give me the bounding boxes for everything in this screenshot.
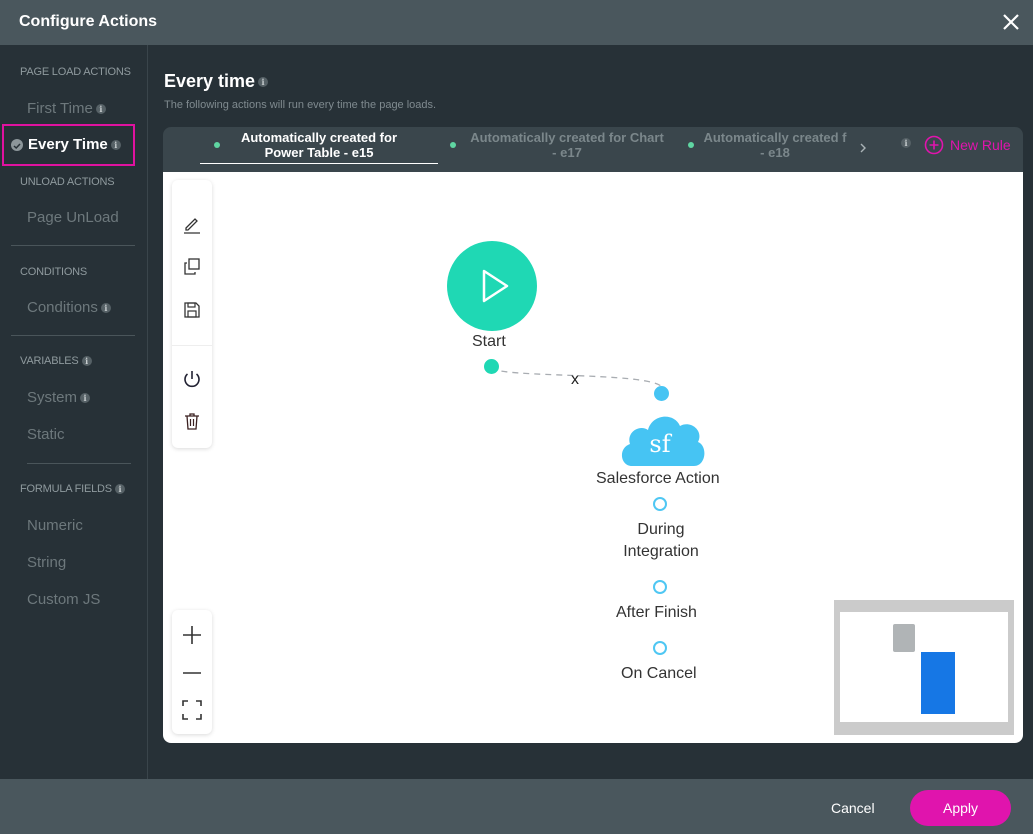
new-rule-label: New Rule	[950, 137, 1011, 153]
close-icon[interactable]	[1001, 12, 1021, 32]
check-circle-icon	[11, 139, 23, 151]
section-page-load-actions: PAGE LOAD ACTIONS	[20, 66, 131, 78]
info-icon[interactable]: i	[81, 356, 92, 367]
section-formula-fields: FORMULA FIELDS i	[20, 483, 125, 495]
output-port-after-finish[interactable]	[653, 580, 667, 594]
sidebar-item-numeric[interactable]: Numeric	[27, 517, 83, 534]
output-label-line2: Integration	[623, 543, 699, 560]
minimap[interactable]	[834, 600, 1014, 735]
tab-label-line1: Automatically created for Chart	[470, 130, 664, 145]
zoom-controls	[172, 610, 212, 734]
section-unload-actions: UNLOAD ACTIONS	[20, 176, 115, 188]
sidebar-item-page-unload[interactable]: Page UnLoad	[27, 209, 119, 226]
info-icon[interactable]: i	[114, 484, 125, 495]
action-input-port[interactable]	[654, 386, 669, 401]
info-icon[interactable]: i	[901, 138, 911, 148]
info-icon[interactable]: i	[80, 393, 91, 404]
section-conditions: CONDITIONS	[20, 266, 88, 278]
tab-label-line2: - e17	[552, 145, 582, 160]
tab-e18[interactable]: Automatically created f - e18	[687, 130, 849, 160]
sidebar-item-static[interactable]: Static	[27, 426, 65, 443]
sidebar-item-label: First Time	[27, 100, 93, 117]
sidebar-item-label: System	[27, 389, 78, 406]
rule-tabs: Automatically created for Power Table - …	[163, 127, 1023, 172]
info-icon[interactable]: i	[258, 77, 269, 88]
sidebar-item-label: Every Time	[28, 136, 108, 153]
zoom-out-icon[interactable]	[180, 661, 204, 685]
divider	[27, 463, 131, 464]
output-label-on-cancel: On Cancel	[621, 665, 697, 682]
remove-connection-button[interactable]: x	[571, 371, 579, 389]
main-panel: Every time i The following actions will r…	[148, 45, 1033, 779]
output-label-after-finish: After Finish	[616, 604, 697, 621]
start-node-label: Start	[472, 333, 506, 350]
section-variables: VARIABLES i	[20, 355, 92, 367]
status-dot	[214, 142, 220, 148]
output-label-during-integration: During Integration	[618, 519, 704, 563]
fit-screen-icon[interactable]	[180, 698, 204, 722]
dialog-footer: Cancel Apply	[0, 779, 1033, 834]
info-icon[interactable]: i	[100, 303, 111, 314]
tab-power-table-e15[interactable]: Automatically created for Power Table - …	[200, 130, 438, 164]
plus-circle-icon	[924, 135, 944, 155]
salesforce-cloud-icon[interactable]: sf	[618, 408, 706, 468]
tab-label-line1: Automatically created f	[703, 130, 847, 145]
minimap-viewport	[840, 612, 1008, 722]
page-subtitle: The following actions will run every tim…	[164, 99, 437, 111]
play-icon	[482, 269, 509, 303]
info-icon[interactable]: i	[110, 140, 121, 151]
tab-label-line1: Automatically created for	[240, 130, 398, 145]
tab-label-line2: Power Table - e15	[264, 145, 374, 160]
start-node[interactable]	[447, 241, 537, 331]
sidebar-item-system[interactable]: System i	[27, 389, 91, 406]
tab-chart-e17[interactable]: Automatically created for Chart - e17	[449, 130, 671, 160]
divider	[11, 335, 135, 336]
action-node-label: Salesforce Action	[596, 470, 720, 487]
status-dot	[450, 142, 456, 148]
sidebar-item-first-time[interactable]: First Time i	[27, 100, 106, 117]
sidebar: PAGE LOAD ACTIONS First Time i Every Time…	[0, 45, 148, 779]
apply-button[interactable]: Apply	[910, 790, 1011, 826]
new-rule-button[interactable]: New Rule	[924, 135, 1011, 155]
output-port-on-cancel[interactable]	[653, 641, 667, 655]
salesforce-icon-text: sf	[649, 430, 672, 458]
minimap-node-action	[921, 652, 955, 714]
cancel-button[interactable]: Cancel	[831, 800, 875, 816]
info-icon[interactable]: i	[95, 104, 106, 115]
output-label-line1: During	[637, 521, 685, 538]
sidebar-item-custom-js[interactable]: Custom JS	[27, 591, 100, 608]
tab-label-line2: - e18	[760, 145, 790, 160]
sidebar-item-label: Conditions	[27, 299, 98, 316]
sidebar-item-every-time[interactable]: Every Time i	[2, 124, 135, 166]
section-label: VARIABLES	[20, 355, 79, 367]
start-output-port[interactable]	[484, 359, 499, 374]
chevron-right-icon[interactable]	[858, 141, 868, 155]
dialog-title: Configure Actions	[19, 13, 158, 30]
output-port-during-integration[interactable]	[653, 497, 667, 511]
minimap-node-start	[893, 624, 915, 652]
divider	[11, 245, 135, 246]
page-title: Every time i	[164, 71, 269, 92]
sidebar-item-string[interactable]: String	[27, 554, 66, 571]
page-title-text: Every time	[164, 71, 256, 91]
status-dot	[688, 142, 694, 148]
zoom-in-icon[interactable]	[180, 623, 204, 647]
dialog-header: Configure Actions	[0, 0, 1033, 45]
section-label: FORMULA FIELDS	[20, 483, 112, 495]
flow-canvas[interactable]: x Start sf Salesforce Action During Inte…	[163, 172, 1023, 743]
sidebar-item-conditions[interactable]: Conditions i	[27, 299, 111, 316]
